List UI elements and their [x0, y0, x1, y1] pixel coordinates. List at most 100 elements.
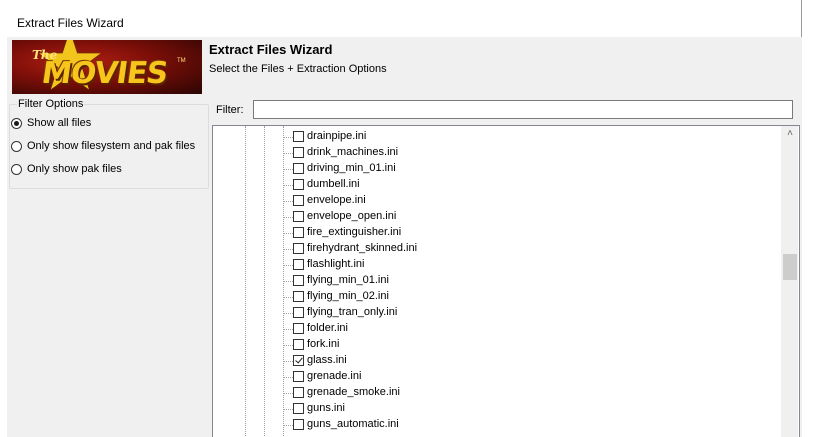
tree-connector	[283, 377, 293, 378]
tree-item-label: grenade_smoke.ini	[307, 386, 400, 398]
tree-item-label: fork.ini	[307, 338, 340, 350]
tree-item[interactable]: fire_extinguisher.ini	[213, 225, 783, 241]
tree-connector	[283, 265, 293, 266]
tree-item[interactable]: grenade.ini	[213, 369, 783, 385]
window-title: Extract Files Wizard	[17, 16, 124, 30]
radio-label: Show all files	[27, 117, 92, 129]
tree-item-label: flying_tran_only.ini	[307, 306, 398, 318]
tree-item-checkbox[interactable]	[293, 307, 304, 318]
tree-item[interactable]: folder.ini	[213, 321, 783, 337]
radio-label: Only show pak files	[27, 163, 122, 175]
tree-item-checkbox[interactable]	[293, 211, 304, 222]
tree-item[interactable]: guns.ini	[213, 401, 783, 417]
tree-connector	[283, 185, 293, 186]
tree-item-checkbox[interactable]	[293, 179, 304, 190]
filter-label: Filter:	[216, 104, 244, 116]
tree-item[interactable]: dumbell.ini	[213, 177, 783, 193]
tree-item-checkbox[interactable]	[293, 339, 304, 350]
radio-label: Only show filesystem and pak files	[27, 140, 196, 152]
tree-connector	[283, 409, 293, 410]
tree-connector	[283, 297, 293, 298]
tree-item[interactable]: driving_min_01.ini	[213, 161, 783, 177]
tree-item-label: firehydrant_skinned.ini	[307, 242, 418, 254]
radio-show-all-files[interactable]: Show all files	[11, 115, 91, 131]
tree-item[interactable]: fork.ini	[213, 337, 783, 353]
wizard-title: Extract Files Wizard	[209, 42, 333, 57]
logo-tm-text: TM	[177, 58, 186, 64]
tree-connector	[283, 249, 293, 250]
tree-item-checkbox[interactable]	[293, 131, 304, 142]
tree-item-checkbox[interactable]	[293, 387, 304, 398]
tree-item-label: drink_machines.ini	[307, 146, 399, 158]
tree-item-label: envelope.ini	[307, 194, 366, 206]
tree-connector	[283, 361, 293, 362]
radio-button-icon[interactable]	[11, 117, 22, 129]
chevron-up-icon[interactable]: ˄	[784, 128, 796, 140]
tree-item[interactable]: flying_tran_only.ini	[213, 305, 783, 321]
wizard-subtitle: Select the Files + Extraction Options	[209, 63, 387, 75]
radio-filesystem-and-pak[interactable]: Only show filesystem and pak files	[11, 138, 195, 154]
tree-item[interactable]: envelope.ini	[213, 193, 783, 209]
tree-item-label: glass.ini	[307, 354, 347, 366]
window-frame-left	[0, 0, 7, 437]
filter-input[interactable]	[253, 100, 793, 119]
tree-item[interactable]: drink_machines.ini	[213, 145, 783, 161]
tree-item[interactable]: envelope_open.ini	[213, 209, 783, 225]
tree-item-checkbox[interactable]	[293, 195, 304, 206]
tree-scrollbar[interactable]	[781, 126, 798, 437]
tree-connector	[283, 281, 293, 282]
tree-item[interactable]: firehydrant_skinned.ini	[213, 241, 783, 257]
tree-connector	[283, 345, 293, 346]
tree-item-checkbox[interactable]	[293, 163, 304, 174]
tree-item-checkbox[interactable]	[293, 419, 304, 430]
tree-connector	[283, 201, 293, 202]
tree-item-label: guns_automatic.ini	[307, 418, 399, 430]
tree-item[interactable]: flashlight.ini	[213, 257, 783, 273]
title-bar[interactable]: Extract Files Wizard	[0, 0, 802, 37]
tree-item-checkbox[interactable]	[293, 371, 304, 382]
tree-item-label: guns.ini	[307, 402, 345, 414]
tree-item[interactable]: glass.ini	[213, 353, 783, 369]
tree-connector	[283, 313, 293, 314]
tree-connector	[283, 153, 293, 154]
tree-connector	[283, 137, 293, 138]
tree-item-label: fire_extinguisher.ini	[307, 226, 402, 238]
radio-button-icon[interactable]	[11, 163, 22, 175]
tree-item[interactable]: flying_min_01.ini	[213, 273, 783, 289]
tree-item-label: drainpipe.ini	[307, 130, 367, 142]
tree-item-checkbox[interactable]	[293, 275, 304, 286]
tree-item-checkbox[interactable]	[293, 243, 304, 254]
tree-connector	[283, 393, 293, 394]
tree-connector	[283, 329, 293, 330]
logo-movies-text: MOVIES	[39, 56, 170, 91]
tree-item-checkbox[interactable]	[293, 291, 304, 302]
background-window-strip	[802, 0, 819, 437]
tree-item[interactable]: guns_automatic.ini	[213, 417, 783, 433]
tree-connector	[283, 233, 293, 234]
tree-item-label: envelope_open.ini	[307, 210, 397, 222]
tree-connector	[283, 425, 293, 426]
file-tree[interactable]: drainpipe.ini drink_machines.ini driving_m…	[212, 125, 800, 437]
tree-item[interactable]: flying_min_02.ini	[213, 289, 783, 305]
tree-item-label: driving_min_01.ini	[307, 162, 396, 174]
tree-item-checkbox[interactable]	[293, 259, 304, 270]
tree-item[interactable]: drainpipe.ini	[213, 129, 783, 145]
tree-item-label: flying_min_02.ini	[307, 290, 389, 302]
radio-only-pak[interactable]: Only show pak files	[11, 161, 122, 177]
scrollbar-thumb[interactable]	[783, 254, 797, 280]
the-movies-logo: ★ The MOVIES TM	[12, 40, 202, 94]
tree-item-label: flying_min_01.ini	[307, 274, 389, 286]
tree-item-checkbox[interactable]	[293, 403, 304, 414]
tree-connector	[283, 169, 293, 170]
tree-item[interactable]: grenade_smoke.ini	[213, 385, 783, 401]
tree-item-label: flashlight.ini	[307, 258, 365, 270]
tree-item-label: dumbell.ini	[307, 178, 360, 190]
tree-item-checkbox[interactable]	[293, 227, 304, 238]
radio-button-icon[interactable]	[11, 140, 22, 152]
tree-item-checkbox[interactable]	[293, 147, 304, 158]
tree-connector	[283, 217, 293, 218]
tree-item-checkbox[interactable]	[293, 355, 304, 366]
tree-item-label: grenade.ini	[307, 370, 362, 382]
tree-item-label: folder.ini	[307, 322, 348, 334]
tree-item-checkbox[interactable]	[293, 323, 304, 334]
